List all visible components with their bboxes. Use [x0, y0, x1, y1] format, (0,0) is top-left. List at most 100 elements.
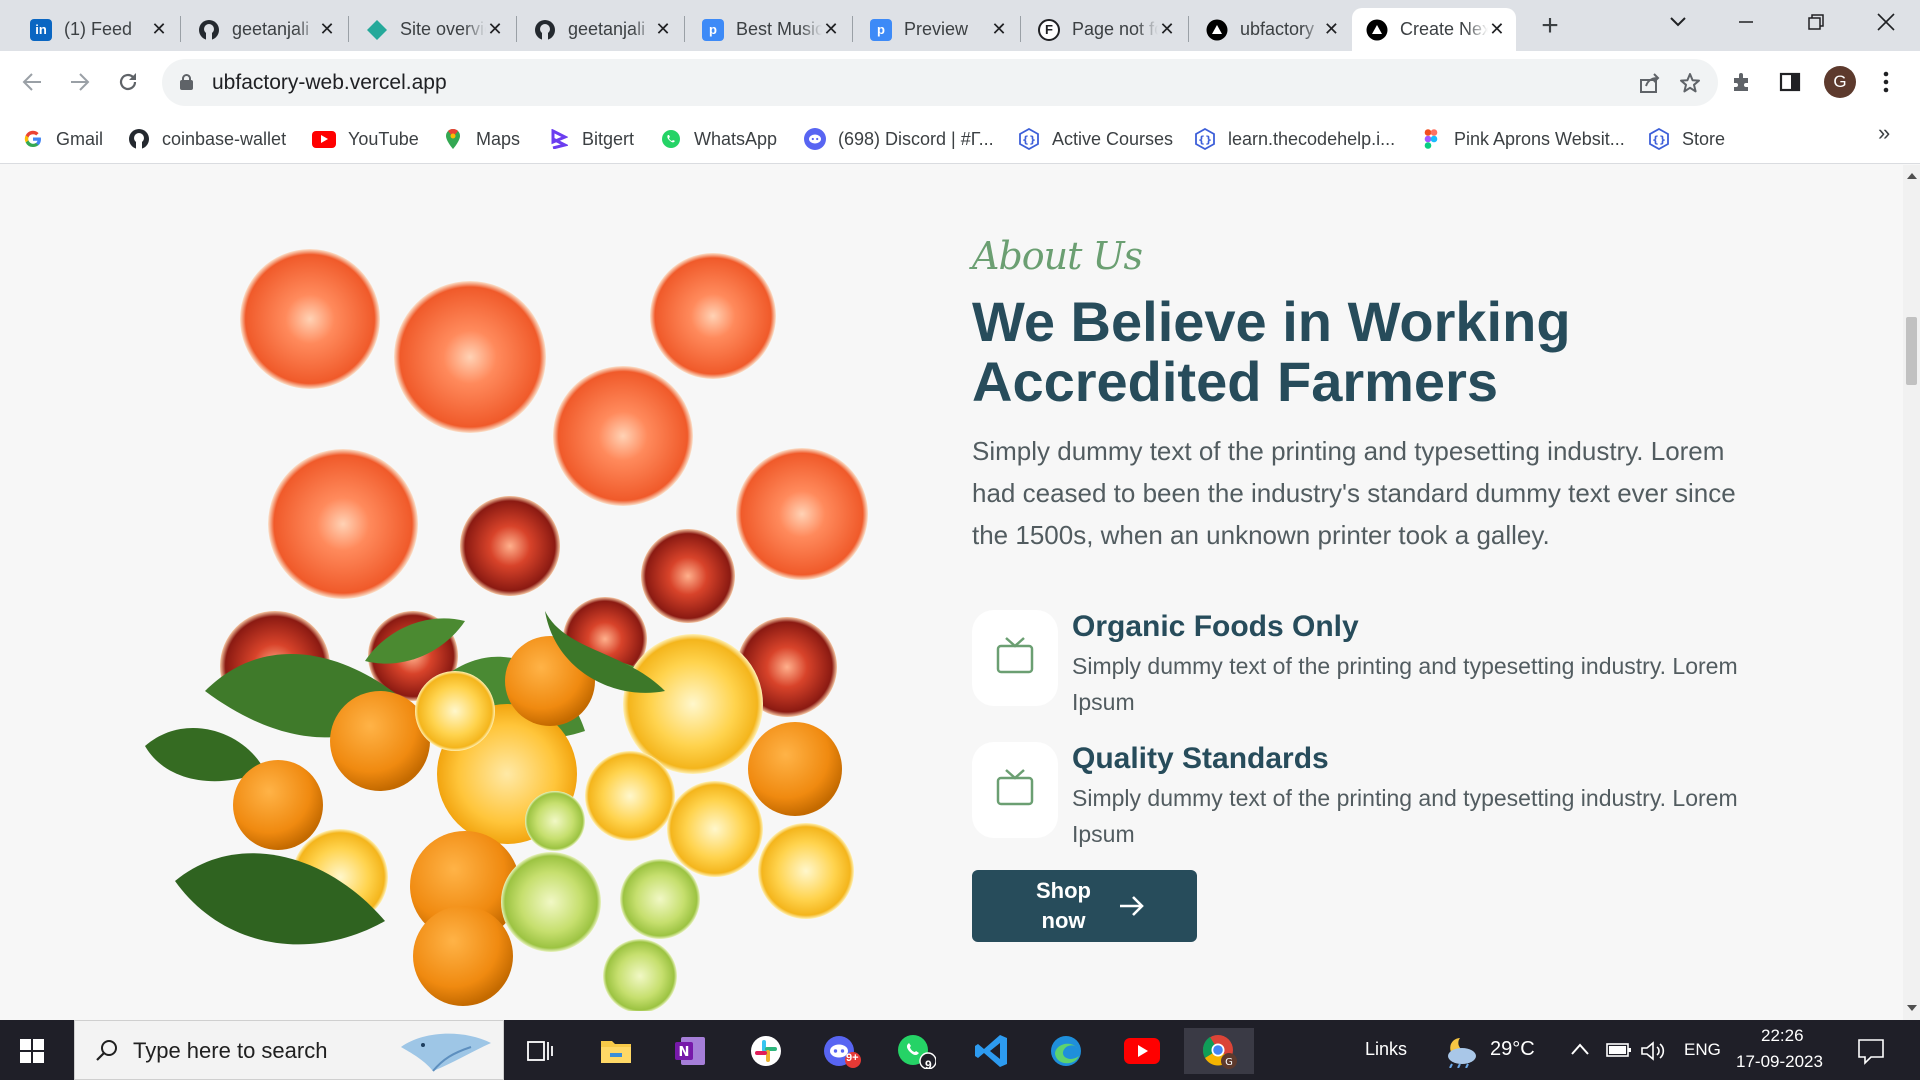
taskbar-discord[interactable]: 9+: [814, 1028, 870, 1074]
bitgert-icon: [548, 128, 570, 150]
tab-best-music[interactable]: p Best Music ✕: [688, 8, 850, 51]
clock-time[interactable]: 22:26: [1761, 1026, 1804, 1046]
notification-center-icon[interactable]: [1857, 1037, 1885, 1065]
tab-title: geetanjali: [232, 19, 310, 39]
weather-icon[interactable]: [1440, 1032, 1482, 1068]
forward-button[interactable]: [62, 64, 98, 100]
browser-toolbar: ubfactory-web.vercel.app: [0, 51, 1920, 114]
bookmark-youtube[interactable]: YouTube: [312, 124, 419, 154]
tab-netlify[interactable]: Site overview ✕: [352, 8, 514, 51]
close-icon[interactable]: ✕: [318, 19, 336, 40]
minimize-button[interactable]: [1712, 0, 1780, 44]
bookmark-bitgert[interactable]: Bitgert: [548, 124, 634, 154]
bookmark-label: Maps: [476, 128, 521, 149]
youtube-icon: [1124, 1038, 1160, 1064]
reload-button[interactable]: [110, 64, 146, 100]
taskbar-onenote[interactable]: N: [662, 1028, 718, 1074]
scroll-down-icon: [1907, 1005, 1917, 1011]
tv-icon: [996, 637, 1034, 674]
bookmark-maps[interactable]: Maps: [442, 124, 520, 154]
tab-page-not-found[interactable]: F Page not found ✕: [1024, 8, 1186, 51]
scrollbar-thumb[interactable]: [1906, 317, 1917, 385]
windows-taskbar: Type here to search N 9+ 9 G Links 29°C …: [0, 1020, 1920, 1080]
address-bar[interactable]: ubfactory-web.vercel.app: [162, 59, 1718, 106]
clock-date[interactable]: 17-09-2023: [1736, 1052, 1823, 1072]
shop-now-button[interactable]: Shop now: [972, 870, 1197, 942]
close-icon[interactable]: ✕: [654, 19, 672, 40]
tab-create-next-app[interactable]: Create Next App ✕: [1352, 8, 1516, 51]
bookmark-gmail[interactable]: Gmail: [22, 124, 103, 154]
close-icon[interactable]: ✕: [150, 19, 168, 40]
taskbar-whatsapp[interactable]: 9: [888, 1028, 944, 1074]
close-icon[interactable]: ✕: [1488, 19, 1506, 40]
star-icon[interactable]: [1676, 69, 1704, 97]
chrome-icon: G: [1202, 1035, 1237, 1069]
close-icon[interactable]: ✕: [1158, 19, 1176, 40]
bookmark-discord[interactable]: (698) Discord | #Γ...: [804, 124, 994, 154]
tab-github-2[interactable]: geetanjali ✕: [520, 8, 682, 51]
taskbar-file-explorer[interactable]: [588, 1028, 644, 1074]
profile-avatar[interactable]: G: [1824, 66, 1856, 98]
bookmark-learn-thecodehelp[interactable]: {} learn.thecodehelp.i...: [1194, 124, 1395, 154]
close-icon[interactable]: ✕: [486, 19, 504, 40]
task-view-button[interactable]: [512, 1028, 568, 1074]
scroll-up-icon: [1907, 173, 1917, 179]
close-icon[interactable]: ✕: [1323, 19, 1340, 40]
share-icon[interactable]: [1636, 69, 1664, 97]
taskbar-slack[interactable]: [738, 1028, 794, 1074]
github-icon: [128, 128, 150, 150]
bookmarks-bar: Gmail coinbase-wallet YouTube Maps Bitge…: [0, 114, 1920, 164]
slack-icon: [751, 1036, 781, 1066]
bookmarks-overflow-icon[interactable]: »: [1878, 120, 1890, 146]
feature-title: Quality Standards: [1072, 742, 1329, 775]
shop-now-label: Shop now: [1036, 878, 1091, 933]
language-indicator[interactable]: ENG: [1684, 1040, 1721, 1060]
back-button[interactable]: [14, 64, 50, 100]
codehelp-icon: {}: [1194, 128, 1216, 150]
tab-ubfactory[interactable]: ubfactory ✕: [1192, 8, 1350, 51]
vercel-icon: [1206, 19, 1228, 41]
restore-button[interactable]: [1782, 0, 1850, 44]
chevron-up-icon[interactable]: [1570, 1042, 1590, 1056]
menu-icon[interactable]: [1868, 64, 1904, 100]
search-highlight-icon: [401, 1033, 491, 1072]
feature-icon-box: [972, 742, 1058, 838]
bookmark-pink-aprons[interactable]: Pink Aprons Websit...: [1420, 124, 1625, 154]
windows-start-button[interactable]: [20, 1039, 44, 1063]
tab-linkedin[interactable]: in (1) Feed ✕: [16, 8, 178, 51]
battery-icon[interactable]: [1606, 1041, 1632, 1059]
close-icon[interactable]: ✕: [822, 19, 840, 40]
bookmark-label: learn.thecodehelp.i...: [1228, 128, 1396, 149]
tab-github-1[interactable]: geetanjali ✕: [184, 8, 346, 51]
tab-search-button[interactable]: [1644, 0, 1712, 44]
bookmark-coinbase-wallet[interactable]: coinbase-wallet: [128, 124, 286, 154]
side-panel-icon[interactable]: [1772, 64, 1808, 100]
links-toolbar[interactable]: Links: [1365, 1039, 1407, 1060]
bookmark-store[interactable]: {} Store: [1648, 124, 1725, 154]
weather-temperature[interactable]: 29°C: [1490, 1038, 1535, 1061]
bookmark-label: Gmail: [56, 128, 104, 149]
vscode-icon: [975, 1035, 1007, 1067]
extensions-icon[interactable]: [1724, 64, 1760, 100]
taskbar-edge[interactable]: [1038, 1028, 1094, 1074]
close-icon: [1877, 13, 1895, 31]
arrow-right-icon: [71, 73, 90, 91]
taskbar-chrome[interactable]: G: [1184, 1028, 1254, 1074]
volume-icon[interactable]: [1640, 1040, 1666, 1062]
taskbar-vscode[interactable]: [964, 1028, 1020, 1074]
feature-description: Simply dummy text of the printing and ty…: [1072, 653, 1738, 715]
codehelp-icon: {}: [1018, 128, 1040, 150]
feature-title: Organic Foods Only: [1072, 610, 1359, 643]
close-window-button[interactable]: [1852, 0, 1920, 44]
feature-description: Simply dummy text of the printing and ty…: [1072, 785, 1738, 847]
netlify-icon: [366, 19, 388, 41]
bookmark-active-courses[interactable]: {} Active Courses: [1018, 124, 1173, 154]
new-tab-button[interactable]: +: [1532, 8, 1568, 44]
notification-badge: 9: [925, 1058, 932, 1072]
tab-preview[interactable]: p Preview ✕: [856, 8, 1018, 51]
page-scrollbar[interactable]: [1903, 165, 1920, 1020]
close-icon[interactable]: ✕: [990, 19, 1008, 40]
taskbar-youtube[interactable]: [1114, 1028, 1170, 1074]
bookmark-whatsapp[interactable]: WhatsApp: [660, 124, 777, 154]
taskbar-search[interactable]: Type here to search: [74, 1020, 504, 1080]
